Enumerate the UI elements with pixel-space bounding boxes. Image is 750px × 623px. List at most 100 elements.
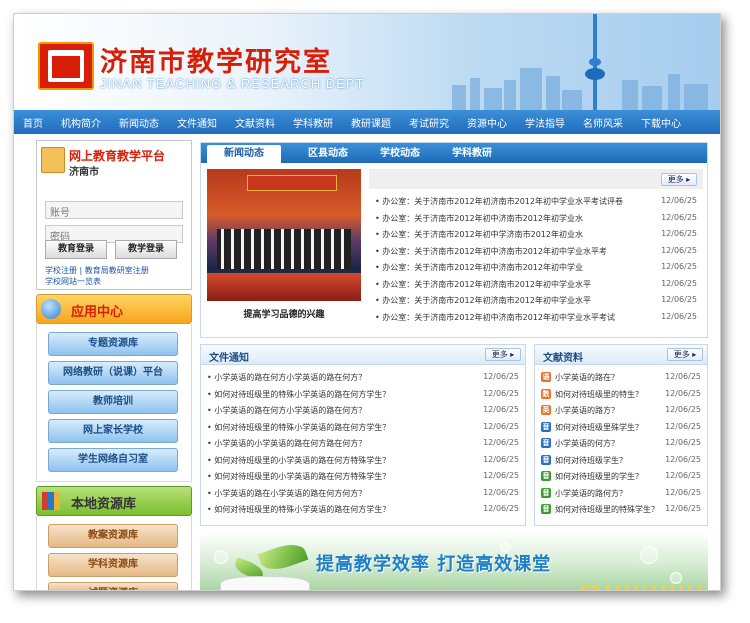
literature-row[interactable]: 音小学英语的路何方？ 12/06/25 [535,485,707,501]
tab-district[interactable]: 区县动态 [293,145,363,163]
news-title[interactable]: • 办公室：关于济南市2012年初济南市2012年初中学业水平 [375,279,591,290]
literature-title[interactable]: 如何对待班级里殊学生？ [555,422,643,433]
news-row[interactable]: • 办公室：关于济南市2012年初济南市2012年初中学业水平考试评卷 12/06… [369,193,703,209]
app-item-online-research[interactable]: 网络教研（说课）平台 [48,361,178,385]
notice-title[interactable]: • 如何对待班级里的小学英语的路在何方特殊学生？ [207,471,390,482]
notices-more-button[interactable]: 更多 ▸ [485,348,521,361]
literature-title[interactable]: 如何对待班级里的学生？ [555,471,643,482]
news-title[interactable]: • 办公室：关于济南市2012年初中济南市2012年初中学业水平考试 [375,312,615,323]
news-row[interactable]: • 办公室：关于济南市2012年初中济南市2012年初学业水 12/06/25 [369,210,703,226]
books-icon [42,492,60,510]
local-item-question-bank[interactable]: 试题资源库 [48,582,178,590]
news-row[interactable]: • 办公室：关于济南市2012年初济南市2012年初中学业水平 12/06/25 [369,276,703,292]
notice-title[interactable]: • 如何对待班级里的小学英语的路在何方特殊学生？ [207,455,390,466]
tab-news[interactable]: 新闻动态 [207,145,281,163]
notice-row[interactable]: • 如何对待班级里的小学英语的路在何方特殊学生？ 12/06/25 [201,468,525,484]
nav-item-8[interactable]: 资源中心 [458,115,516,130]
news-row[interactable]: • 办公室：关于济南市2012年初中济南市2012年初中学业水平考试 12/06/… [369,309,703,325]
tab-school[interactable]: 学校动态 [365,145,435,163]
account-input[interactable]: 账号 [45,201,183,219]
nav-item-6[interactable]: 教研课题 [342,115,400,130]
item-date: 12/06/25 [665,487,701,497]
nav-item-11[interactable]: 下载中心 [632,115,690,130]
subject-badge-icon: 数 [541,388,551,399]
nav-item-0[interactable]: 首页 [14,115,52,130]
news-title[interactable]: • 办公室：关于济南市2012年初济南市2012年初中学业水平考试评卷 [375,196,623,207]
app-item-student-study[interactable]: 学生网络自习室 [48,448,178,472]
school-register-link[interactable]: 学校注册 [45,266,77,275]
notice-row[interactable]: • 如何对待班级里的特殊小学英语的路在何方学生？ 12/06/25 [201,386,525,402]
tab-subject[interactable]: 学科教研 [437,145,507,163]
nav-item-3[interactable]: 文件通知 [168,115,226,130]
news-title[interactable]: • 办公室：关于济南市2012年初中学济南市2012年初业水 [375,229,583,240]
nav-item-4[interactable]: 文献资料 [226,115,284,130]
news-more-button[interactable]: 更多 ▸ [661,173,697,186]
literature-title[interactable]: 如何对待班级学生？ [555,455,627,466]
notice-row[interactable]: • 小学英语的路在何方小学英语的路在何方？ 12/06/25 [201,369,525,385]
notice-title[interactable]: • 小学英语的路在何方小学英语的路在何方？ [207,405,366,416]
notice-title[interactable]: • 小学英语的小学英语的路在何方路在何方？ [207,438,366,449]
news-photo[interactable] [207,169,361,301]
literature-row[interactable]: 音小学英语的何方？ 12/06/25 [535,435,707,451]
literature-row[interactable]: 语小学英语的路在？ 12/06/25 [535,369,707,385]
literature-row[interactable]: 音如何对待班级里的特殊学生？ 12/06/25 [535,501,707,517]
news-row[interactable]: • 办公室：关于济南市2012年初中济南市2012年初中学业 12/06/25 [369,259,703,275]
news-title[interactable]: • 办公室：关于济南市2012年初中济南市2012年初中学业水平考 [375,246,607,257]
news-title[interactable]: • 办公室：关于济南市2012年初中济南市2012年初中学业 [375,262,583,273]
literature-title[interactable]: 如何对待班级里的特生？ [555,389,643,400]
literature-title[interactable]: 小学英语的何方？ [555,438,619,449]
edu-login-button[interactable]: 教育登录 [45,240,107,259]
literature-row[interactable]: 数如何对待班级里的特生？ 12/06/25 [535,386,707,402]
slogan-banner[interactable]: 提高教学效率 打造高效课堂 [200,532,708,590]
nav-item-7[interactable]: 考试研究 [400,115,458,130]
nav-item-10[interactable]: 名师风采 [574,115,632,130]
notice-title[interactable]: • 如何对待班级里的特殊小学英语的路在何方学生？ [207,504,390,515]
teach-login-button[interactable]: 教学登录 [115,240,177,259]
news-photo-caption[interactable]: 提高学习品德的兴趣 [207,307,361,320]
notice-row[interactable]: • 如何对待班级里的特殊小学英语的路在何方学生？ 12/06/25 [201,419,525,435]
notice-row[interactable]: • 小学英语的小学英语的路在何方路在何方？ 12/06/25 [201,435,525,451]
notice-row[interactable]: • 小学英语的路在何方小学英语的路在何方？ 12/06/25 [201,402,525,418]
notice-row[interactable]: • 如何对待班级里的小学英语的路在何方特殊学生？ 12/06/25 [201,452,525,468]
literature-row[interactable]: 音如何对待班级里殊学生？ 12/06/25 [535,419,707,435]
nav-item-2[interactable]: 新闻动态 [110,115,168,130]
news-row[interactable]: • 办公室：关于济南市2012年初中学济南市2012年初业水 12/06/25 [369,226,703,242]
news-list: • 办公室：关于济南市2012年初济南市2012年初中学业水平考试评卷 12/06… [369,193,703,337]
local-item-lesson-plans[interactable]: 教案资源库 [48,524,178,548]
school-sites-link[interactable]: 学校网站一览表 [45,277,101,286]
news-title[interactable]: • 办公室：关于济南市2012年初济南市2012年初中学业水平 [375,295,591,306]
literature-title[interactable]: 小学英语的路何方？ [555,488,627,499]
bureau-register-link[interactable]: 教育局教研室注册 [85,266,149,275]
literature-row[interactable]: 英小学英语的路方？ 12/06/25 [535,402,707,418]
nav-item-5[interactable]: 学科教研 [284,115,342,130]
item-date: 12/06/25 [483,421,519,431]
nav-item-9[interactable]: 学法指导 [516,115,574,130]
local-item-subject-resources[interactable]: 学科资源库 [48,553,178,577]
notice-title[interactable]: • 如何对待班级里的特殊小学英语的路在何方学生？ [207,389,390,400]
notice-title[interactable]: • 小学英语的路在何方小学英语的路在何方？ [207,372,366,383]
news-title[interactable]: • 办公室：关于济南市2012年初中济南市2012年初学业水 [375,213,583,224]
notice-title[interactable]: • 小学英语的路在小学英语的路在何方何方？ [207,488,366,499]
news-row[interactable]: • 办公室：关于济南市2012年初中济南市2012年初中学业水平考 12/06/2… [369,243,703,259]
notice-row[interactable]: • 如何对待班级里的特殊小学英语的路在何方学生？ 12/06/25 [201,501,525,517]
notices-header: 文件通知 更多 ▸ [201,345,525,365]
literature-more-button[interactable]: 更多 ▸ [667,348,703,361]
item-date: 12/06/25 [483,487,519,497]
app-item-teacher-training[interactable]: 教师培训 [48,390,178,414]
app-item-parent-school[interactable]: 网上家长学校 [48,419,178,443]
banner-slogan: 提高教学效率 打造高效课堂 [316,554,552,575]
item-date: 12/06/25 [483,388,519,398]
app-item-topic-library[interactable]: 专题资源库 [48,332,178,356]
literature-row[interactable]: 音如何对待班级学生？ 12/06/25 [535,452,707,468]
subject-badge-icon: 语 [541,372,551,382]
literature-title[interactable]: 小学英语的路方？ [555,405,619,416]
site-logo[interactable] [38,42,94,90]
literature-row[interactable]: 音如何对待班级里的学生？ 12/06/25 [535,468,707,484]
news-row[interactable]: • 办公室：关于济南市2012年初济南市2012年初中学业水平 12/06/25 [369,292,703,308]
literature-title[interactable]: 小学英语的路在？ [555,372,619,383]
notice-title[interactable]: • 如何对待班级里的特殊小学英语的路在何方学生？ [207,422,390,433]
nav-item-1[interactable]: 机构简介 [52,115,110,130]
app-center-header: 应用中心 [36,294,192,324]
literature-title[interactable]: 如何对待班级里的特殊学生？ [555,504,659,515]
notice-row[interactable]: • 小学英语的路在小学英语的路在何方何方？ 12/06/25 [201,485,525,501]
